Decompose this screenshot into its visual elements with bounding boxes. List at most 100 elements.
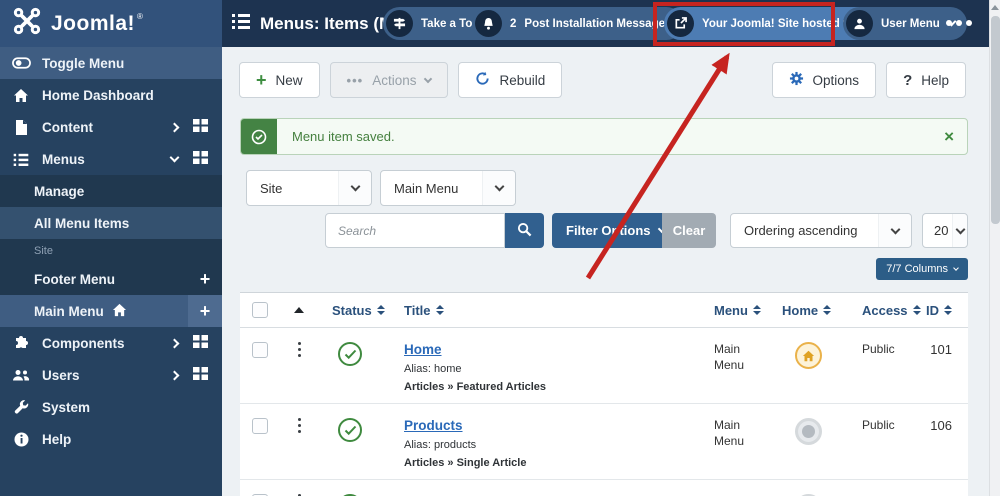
header-status[interactable]: Status — [322, 303, 385, 318]
row-checkbox[interactable] — [252, 342, 268, 358]
sidebar-item-components[interactable]: Components — [0, 327, 222, 359]
home-unset-icon[interactable] — [794, 418, 822, 445]
clear-button[interactable]: Clear — [662, 213, 716, 248]
help-button[interactable]: ? Help — [886, 62, 966, 98]
menutype-select[interactable]: Site — [246, 170, 372, 206]
status-published-icon[interactable] — [338, 418, 362, 442]
sidebar-label: Manage — [34, 183, 85, 199]
tour-signpost-icon — [386, 10, 413, 37]
grid-icon[interactable] — [193, 335, 208, 351]
filter-options-button[interactable]: Filter Options — [552, 213, 679, 248]
sidebar-item-home-dashboard[interactable]: Home Dashboard — [0, 79, 222, 111]
topbar: Joomla! ® Menus: Items (Mai Take a Tour — [0, 0, 990, 47]
status-published-icon[interactable] — [338, 342, 362, 366]
new-button-label: New — [275, 72, 303, 88]
grid-icon[interactable] — [193, 151, 208, 167]
check-circle-icon — [241, 119, 277, 154]
header-id[interactable]: ID — [920, 303, 968, 318]
close-icon[interactable]: × — [944, 128, 954, 145]
table-header-row: Status Title Menu Home Access ID — [240, 293, 968, 328]
sidebar-item-system[interactable]: System — [0, 391, 222, 423]
messages-badge: 2 — [510, 17, 517, 30]
grid-icon[interactable] — [193, 119, 208, 135]
search-icon — [517, 222, 532, 240]
row-checkbox[interactable] — [252, 418, 268, 434]
question-mark-icon: ? — [903, 71, 913, 89]
filter-options-label: Filter Options — [566, 223, 651, 238]
sort-icon — [944, 305, 952, 315]
header-title[interactable]: Title — [384, 303, 696, 318]
limit-select-value: 20 — [934, 223, 949, 238]
menu-select[interactable]: Main Menu — [380, 170, 516, 206]
chevron-down-icon — [424, 74, 433, 84]
options-button-label: Options — [812, 72, 860, 88]
sidebar-label: Content — [42, 119, 93, 135]
menu-items-table: Status Title Menu Home Access ID Home Al… — [240, 292, 968, 496]
ordering-sort-caret-icon[interactable] — [294, 307, 304, 313]
ordering-select[interactable]: Ordering ascending — [730, 213, 912, 248]
actions-button[interactable]: ••• Actions — [329, 62, 449, 98]
home-default-icon[interactable] — [794, 342, 822, 369]
sidebar-label: Help — [42, 431, 72, 447]
search-input[interactable] — [325, 213, 505, 248]
toggle-icon — [10, 57, 32, 69]
brand[interactable]: Joomla! ® — [0, 0, 222, 47]
clear-button-label: Clear — [672, 223, 706, 238]
drag-handle-icon[interactable] — [298, 342, 301, 357]
file-icon — [10, 119, 32, 135]
scrollbar[interactable] — [989, 0, 1000, 496]
table-row: Products Alias: products Articles » Sing… — [240, 404, 968, 480]
sidebar-label: Main Menu — [34, 303, 104, 319]
new-button[interactable]: + New — [239, 62, 320, 98]
menu-name: Main Menu — [714, 418, 745, 448]
more-options-icon[interactable] — [946, 20, 972, 26]
messages-label: Post Installation Messages — [524, 17, 672, 30]
limit-select[interactable]: 20 — [922, 213, 968, 248]
gear-icon — [789, 71, 804, 89]
sidebar-item-footer-menu[interactable]: Footer Menu + — [0, 263, 222, 295]
sidebar-label: Toggle Menu — [42, 55, 125, 71]
add-menu-item-button[interactable]: + — [188, 263, 222, 295]
ellipsis-icon: ••• — [346, 72, 364, 88]
brand-trademark: ® — [137, 12, 143, 21]
columns-button[interactable]: 7/7 Columns — [876, 258, 968, 280]
header-menu[interactable]: Menu — [696, 303, 776, 318]
sidebar-item-help[interactable]: Help — [0, 423, 222, 455]
header-access[interactable]: Access — [840, 303, 921, 318]
search-button[interactable] — [505, 213, 544, 248]
sidebar-item-content[interactable]: Content — [0, 111, 222, 143]
sidebar-item-all-menu-items[interactable]: All Menu Items — [0, 207, 222, 239]
sidebar-label: Footer Menu — [34, 271, 115, 287]
sidebar-item-manage[interactable]: Manage — [0, 175, 222, 207]
brand-name: Joomla! — [51, 11, 136, 35]
list-icon — [10, 153, 32, 166]
list-icon — [232, 13, 250, 34]
sidebar-label: Home Dashboard — [42, 87, 154, 103]
sidebar-label: All Menu Items — [34, 215, 130, 231]
rebuild-button[interactable]: Rebuild — [458, 62, 563, 98]
chevron-down-icon — [350, 181, 360, 192]
scrollbar-thumb[interactable] — [991, 16, 1000, 224]
table-row: Main Menu Public 107 — [240, 480, 968, 496]
sidebar-item-users[interactable]: Users — [0, 359, 222, 391]
drag-handle-icon[interactable] — [298, 418, 301, 433]
options-button[interactable]: Options — [771, 62, 877, 98]
toolbar: + New ••• Actions Rebuild Options ? Help — [239, 62, 966, 98]
sidebar-item-main-menu[interactable]: Main Menu + — [0, 295, 222, 327]
grid-icon[interactable] — [193, 367, 208, 383]
select-all-checkbox[interactable] — [252, 302, 268, 318]
add-menu-item-button[interactable]: + — [188, 295, 222, 327]
header-home[interactable]: Home — [776, 303, 840, 318]
help-button-label: Help — [921, 72, 949, 88]
rebuild-button-label: Rebuild — [499, 72, 546, 88]
post-installation-messages-button[interactable]: 2 Post Installation Messages — [472, 7, 684, 40]
sidebar-item-menus[interactable]: Menus — [0, 143, 222, 175]
menu-item-title-link[interactable]: Home — [404, 342, 442, 357]
joomla-logo-icon — [12, 6, 42, 41]
sidebar-toggle-menu[interactable]: Toggle Menu — [0, 47, 222, 79]
sort-icon — [752, 305, 761, 315]
users-icon — [10, 369, 32, 382]
scroll-up-arrow-icon[interactable] — [990, 0, 1000, 14]
menu-item-title-link[interactable]: Products — [404, 418, 463, 433]
menu-item-alias: Alias: products — [404, 439, 477, 451]
